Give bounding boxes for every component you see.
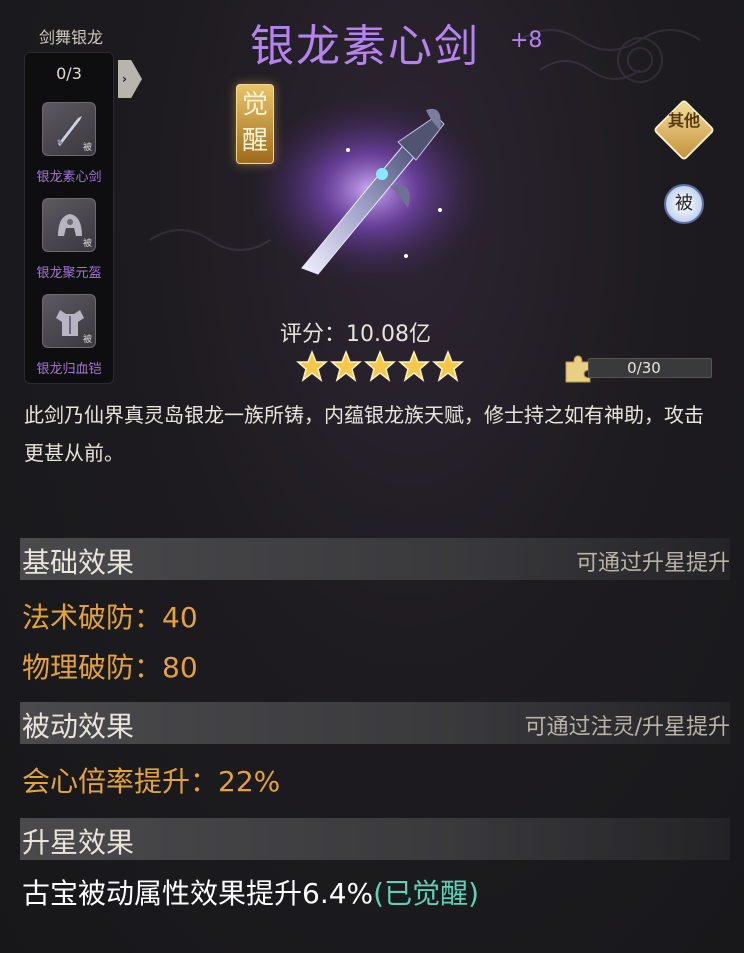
set-item-sword[interactable]: 被 银龙素心剑 (24, 102, 114, 185)
star-effect-text: 古宝被动属性效果提升6.4%(已觉醒) (22, 872, 479, 912)
base-effect-hint: 可通过升星提升 (575, 551, 730, 576)
star-icon (330, 350, 362, 382)
set-title: 剑舞银龙 (38, 28, 103, 47)
score-value: 10.08亿 (346, 322, 431, 347)
item-level: +8 (510, 28, 543, 53)
stat-magic-penetration: 法术破防：40 (22, 601, 198, 634)
set-item-helmet[interactable]: 被 银龙聚元盔 (24, 198, 114, 281)
star-effect-title: 升星效果 (22, 826, 135, 859)
star-rating (296, 350, 464, 382)
helmet-icon: 被 (42, 198, 96, 252)
passive-effect-hint: 可通过注灵/升星提升 (524, 715, 730, 740)
star-icon (296, 350, 328, 382)
set-expand-arrow-icon[interactable]: › (118, 60, 142, 98)
stat-crit-multiplier: 会心倍率提升：22% (22, 765, 281, 798)
set-item-tag: 被 (82, 239, 92, 249)
star-icon (432, 350, 464, 382)
score-label: 评分： (280, 322, 347, 347)
set-item-armor[interactable]: 被 银龙归血铠 (24, 294, 114, 377)
other-button-label: 其他 (667, 111, 700, 130)
passive-button[interactable]: 被 (664, 184, 704, 224)
awakened-status: (已觉醒) (373, 877, 479, 910)
score: 评分：10.08亿 (280, 316, 431, 348)
item-name: 银龙素心剑 (250, 21, 480, 72)
star-effect-value: 古宝被动属性效果提升6.4% (22, 877, 374, 910)
armor-icon: 被 (42, 294, 96, 348)
other-button[interactable] (652, 98, 716, 162)
set-item-label: 银龙聚元盔 (36, 266, 102, 281)
sword-icon: 被 (42, 102, 96, 156)
shard-progress-text: 0/30 (627, 359, 661, 377)
awaken-badge: 觉醒 (236, 84, 274, 164)
set-item-tag: 被 (82, 335, 92, 345)
set-count: 0/3 (56, 64, 82, 83)
star-icon (364, 350, 396, 382)
star-icon (398, 350, 430, 382)
base-effect-title: 基础效果 (22, 546, 135, 579)
item-description: 此剑乃仙界真灵岛银龙一族所铸，内蕴银龙族天赋，修士持之如有神助，攻击更甚从前。 (24, 403, 704, 465)
stat-physical-penetration: 物理破防：80 (22, 651, 198, 684)
passive-effect-title: 被动效果 (22, 710, 135, 743)
set-item-label: 银龙归血铠 (36, 362, 102, 377)
set-item-tag: 被 (82, 143, 92, 153)
set-item-label: 银龙素心剑 (36, 170, 102, 185)
